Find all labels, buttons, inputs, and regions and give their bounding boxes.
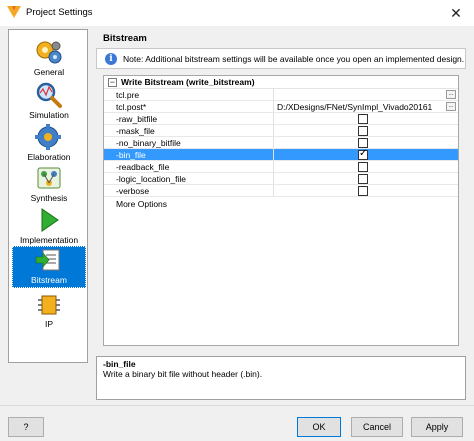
sidebar-item-label: General — [33, 67, 65, 77]
browse-button[interactable]: ... — [446, 102, 456, 111]
property-name: tcl.post* — [104, 101, 274, 112]
sidebar-item-general[interactable]: General — [12, 38, 86, 77]
sidebar-item-label: Simulation — [29, 110, 69, 120]
no-binary-bitfile-checkbox[interactable] — [358, 138, 368, 148]
help-button[interactable]: ? — [8, 417, 44, 437]
property-name: -bin_file — [104, 149, 274, 160]
logic-location-file-checkbox[interactable] — [358, 174, 368, 184]
collapse-toggle-icon[interactable]: − — [108, 77, 117, 87]
dialog-body: General Simulation Elaboration Synthesis… — [0, 26, 474, 441]
property-name: -logic_location_file — [104, 173, 274, 184]
bitstream-settings-panel: Bitstream i Note: Additional bitstream s… — [96, 29, 466, 363]
table-row-raw-bitfile[interactable]: -raw_bitfile — [104, 113, 458, 125]
sidebar-item-implementation[interactable]: Implementation — [12, 206, 86, 245]
apply-button[interactable]: Apply — [411, 417, 463, 437]
title-bar: Project Settings ✕ — [0, 0, 474, 26]
verbose-checkbox[interactable] — [358, 186, 368, 196]
cancel-button[interactable]: Cancel — [351, 417, 403, 437]
property-name: -verbose — [104, 185, 274, 196]
gear-icon — [35, 124, 61, 150]
table-row-bin-file[interactable]: -bin_file — [104, 148, 458, 161]
sidebar-item-label: IP — [44, 319, 54, 329]
readback-file-checkbox[interactable] — [358, 162, 368, 172]
footer-divider — [0, 405, 474, 406]
ip-chip-icon — [38, 295, 60, 315]
bin-file-checkbox[interactable] — [358, 148, 368, 160]
table-row-tcl-post[interactable]: tcl.post* D:/XDesigns/FNet/SynImpl_Vivad… — [104, 101, 458, 113]
raw-bitfile-checkbox[interactable] — [358, 114, 368, 124]
property-value[interactable]: D:/XDesigns/FNet/SynImpl_Vivado20161/A..… — [274, 101, 458, 112]
magnifier-icon — [36, 82, 62, 108]
section-title: Bitstream — [103, 33, 147, 44]
tcl-post-path: D:/XDesigns/FNet/SynImpl_Vivado20161/A..… — [277, 101, 432, 112]
settings-sidebar: General Simulation Elaboration Synthesis… — [8, 29, 88, 363]
sidebar-item-label: Elaboration — [27, 152, 71, 162]
group-label: Write Bitstream (write_bitstream) — [121, 77, 255, 87]
table-row-no-binary-bitfile[interactable]: -no_binary_bitfile — [104, 137, 458, 149]
sidebar-item-ip[interactable]: IP — [12, 292, 86, 329]
sidebar-item-bitstream[interactable]: Bitstream — [12, 246, 86, 288]
property-table: − Write Bitstream (write_bitstream) tcl.… — [103, 75, 459, 346]
play-icon — [41, 208, 59, 232]
sidebar-item-label: Bitstream — [31, 275, 67, 285]
vivado-logo-icon — [7, 6, 21, 18]
table-row-mask-file[interactable]: -mask_file — [104, 125, 458, 137]
bitstream-icon — [35, 249, 60, 271]
table-row-readback-file[interactable]: -readback_file — [104, 161, 458, 173]
property-description-panel: -bin_file Write a binary bit file withou… — [96, 356, 466, 400]
table-row-verbose[interactable]: -verbose — [104, 185, 458, 197]
close-button[interactable]: ✕ — [438, 0, 474, 26]
group-header[interactable]: − Write Bitstream (write_bitstream) — [104, 76, 458, 89]
property-name: tcl.pre — [104, 89, 274, 100]
property-name: -mask_file — [104, 125, 274, 136]
description-title: -bin_file — [103, 359, 136, 369]
note-bar: i Note: Additional bitstream settings wi… — [96, 48, 466, 69]
property-value[interactable]: ... — [274, 89, 458, 100]
table-row-logic-location-file[interactable]: -logic_location_file — [104, 173, 458, 185]
mask-file-checkbox[interactable] — [358, 126, 368, 136]
browse-button[interactable]: ... — [446, 90, 456, 99]
sidebar-item-label: Synthesis — [30, 193, 68, 203]
synthesis-icon — [37, 167, 61, 189]
sidebar-item-synthesis[interactable]: Synthesis — [12, 164, 86, 203]
property-name: -readback_file — [104, 161, 274, 172]
sidebar-item-elaboration[interactable]: Elaboration — [12, 123, 86, 162]
note-text: Note: Additional bitstream settings will… — [123, 53, 465, 64]
window-title: Project Settings — [26, 7, 93, 18]
info-icon: i — [105, 52, 117, 65]
table-row-tcl-pre[interactable]: tcl.pre ... — [104, 89, 458, 101]
more-options-row[interactable]: More Options — [104, 197, 458, 210]
sidebar-item-simulation[interactable]: Simulation — [12, 81, 86, 120]
gears-icon — [36, 41, 62, 64]
description-text: Write a binary bit file without header (… — [103, 369, 263, 379]
property-name: -raw_bitfile — [104, 113, 274, 124]
property-name: -no_binary_bitfile — [104, 137, 274, 148]
ok-button[interactable]: OK — [297, 417, 341, 437]
sidebar-item-label: Implementation — [19, 235, 79, 245]
